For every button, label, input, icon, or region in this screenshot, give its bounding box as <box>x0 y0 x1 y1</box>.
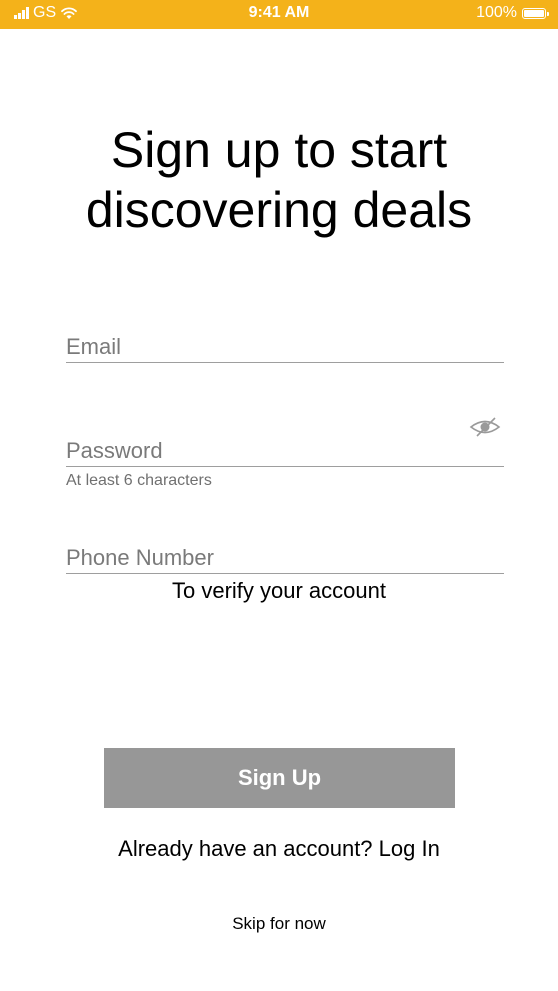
phone-number-field[interactable] <box>66 545 504 574</box>
login-row: Already have an account? Log In <box>0 836 558 862</box>
email-field[interactable] <box>66 334 504 363</box>
status-bar: GS 9:41 AM 100% <box>0 0 558 29</box>
phone-field-group <box>66 545 504 574</box>
signup-screen: GS 9:41 AM 100% Sign up to start discove… <box>0 0 558 991</box>
password-hint: At least 6 characters <box>66 472 212 489</box>
page-title: Sign up to start discovering deals <box>0 120 558 240</box>
eye-hidden-icon[interactable] <box>469 415 501 439</box>
password-field-group <box>66 438 504 467</box>
password-field[interactable] <box>66 438 504 467</box>
email-field-group <box>66 334 504 363</box>
battery-percent: 100% <box>476 4 517 21</box>
log-in-link[interactable]: Log In <box>379 836 440 861</box>
title-line-1: Sign up to start <box>110 122 448 178</box>
phone-hint: To verify your account <box>172 578 386 603</box>
status-time: 9:41 AM <box>248 4 310 21</box>
battery-icon <box>522 7 549 19</box>
sign-up-button[interactable]: Sign Up <box>104 748 455 808</box>
login-prompt: Already have an account? <box>118 836 373 861</box>
skip-for-now-link[interactable]: Skip for now <box>0 914 558 934</box>
title-line-2: discovering deals <box>85 182 473 238</box>
status-right: 100% <box>476 4 549 22</box>
